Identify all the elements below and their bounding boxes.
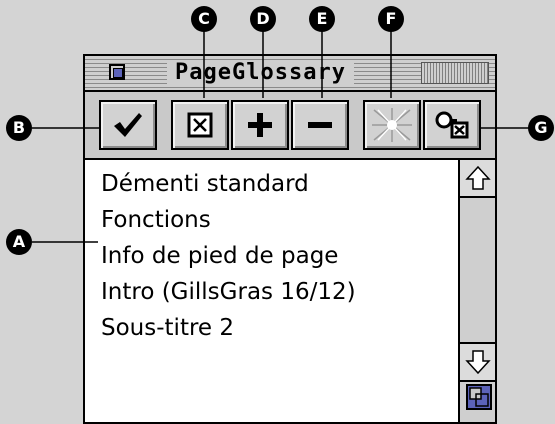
callout-f: F <box>378 6 404 32</box>
sparkle-icon <box>372 108 412 142</box>
arrow-down-icon <box>464 350 491 375</box>
list-item[interactable]: Info de pied de page <box>101 238 458 274</box>
glossary-window: PageGlossary Démenti standard Fonctions … <box>83 54 497 424</box>
arrow-up-icon <box>464 165 491 190</box>
remove-button[interactable] <box>291 100 349 150</box>
resize-icon <box>466 384 492 410</box>
callout-e: E <box>309 6 335 32</box>
list-item[interactable]: Sous-titre 2 <box>101 310 458 346</box>
find-icon <box>435 111 469 139</box>
callout-d: D <box>250 6 276 32</box>
x-box-button[interactable] <box>171 100 229 150</box>
resize-grow-box[interactable] <box>464 382 494 412</box>
add-button[interactable] <box>231 100 289 150</box>
callout-a: A <box>6 229 32 255</box>
list-item[interactable]: Intro (GillsGras 16/12) <box>101 274 458 310</box>
glossary-list-pane[interactable]: Démenti standard Fonctions Info de pied … <box>85 160 458 422</box>
toolbar <box>85 92 495 160</box>
sparkle-button[interactable] <box>363 100 421 150</box>
list-item[interactable]: Fonctions <box>101 202 458 238</box>
x-box-icon <box>187 112 213 138</box>
scroll-down-arrow[interactable] <box>460 342 495 382</box>
close-box-icon <box>113 68 123 78</box>
callout-g: G <box>528 115 554 141</box>
title-bar[interactable]: PageGlossary <box>85 56 495 92</box>
callout-c: C <box>191 6 217 32</box>
find-replace-button[interactable] <box>423 100 481 150</box>
plus-icon <box>248 113 272 137</box>
glossary-list: Démenti standard Fonctions Info de pied … <box>85 160 458 346</box>
list-item[interactable]: Démenti standard <box>101 166 458 202</box>
close-box[interactable] <box>109 64 125 80</box>
zoom-box[interactable] <box>421 62 489 84</box>
scroll-up-arrow[interactable] <box>460 160 495 198</box>
vertical-scrollbar[interactable] <box>458 160 495 422</box>
callout-b: B <box>6 115 32 141</box>
window-title: PageGlossary <box>167 60 354 86</box>
checkmark-button[interactable] <box>99 100 157 150</box>
minus-icon <box>308 122 332 128</box>
checkmark-icon <box>114 113 142 137</box>
